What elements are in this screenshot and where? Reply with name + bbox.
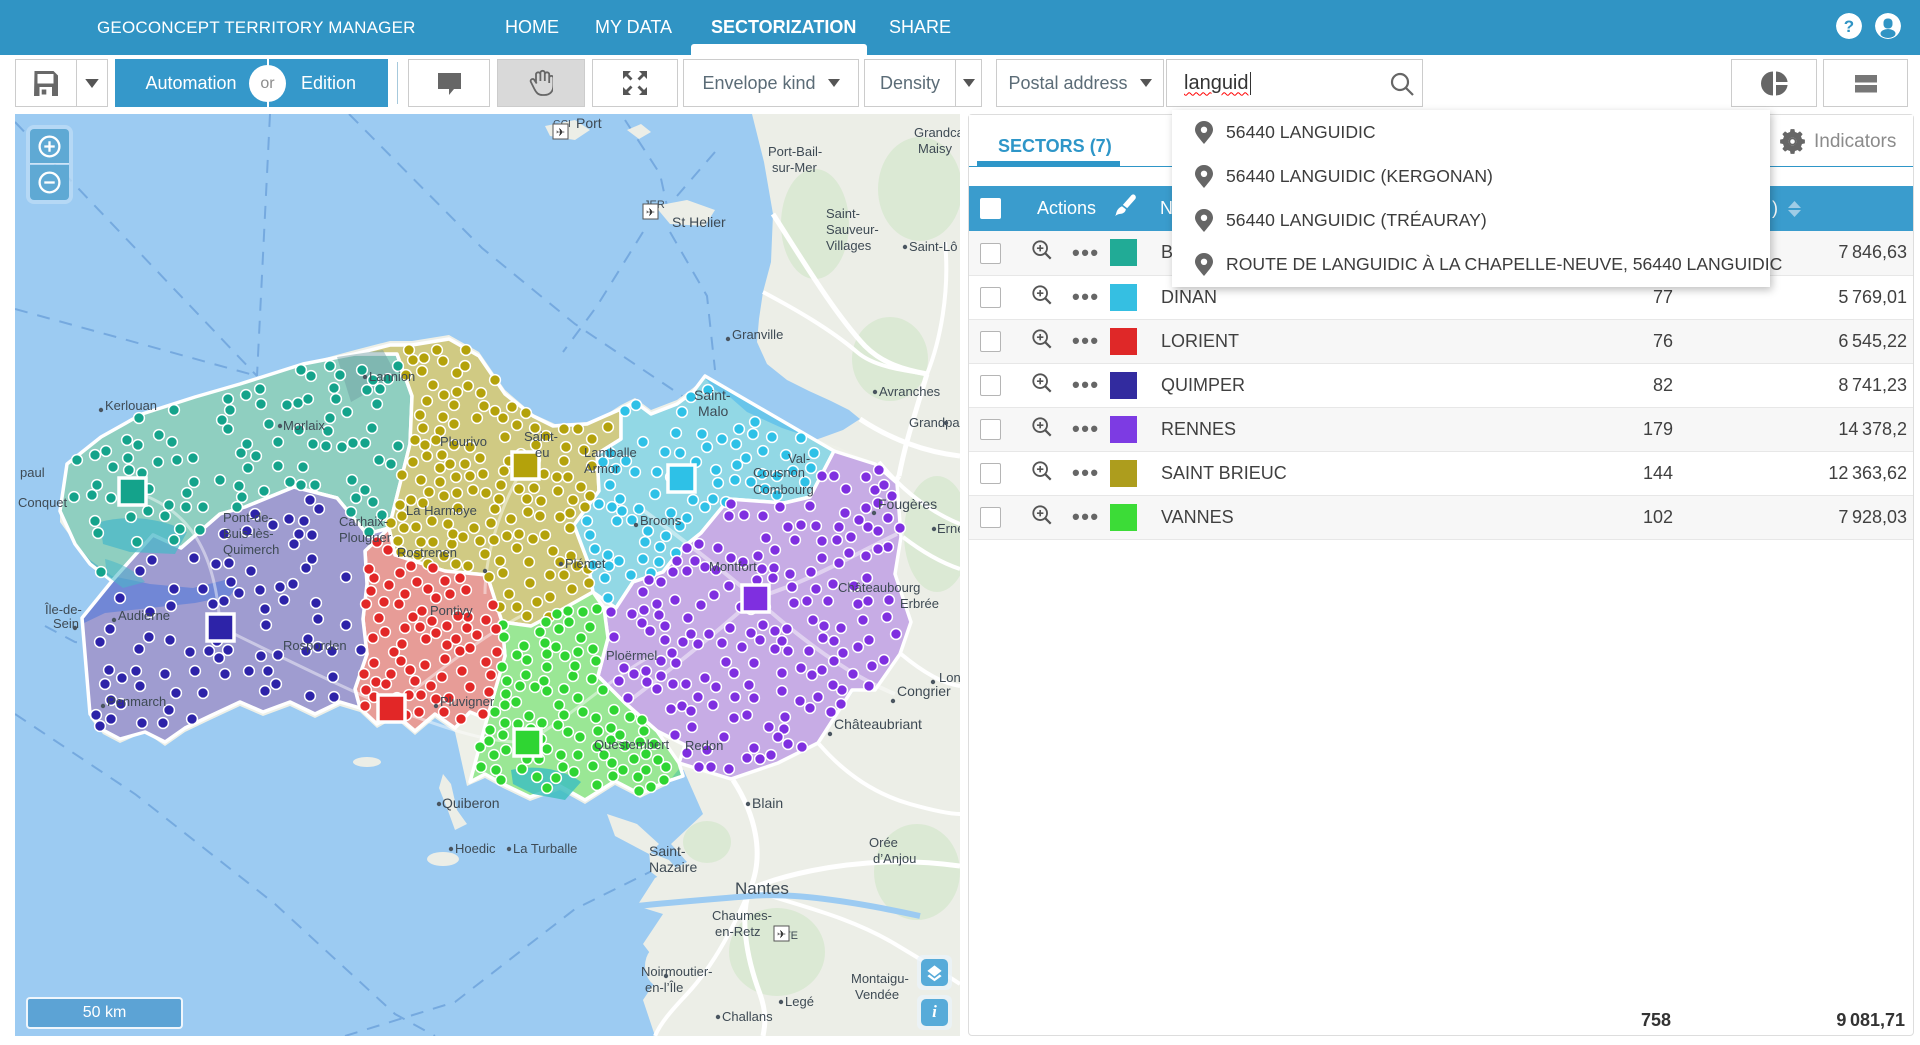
svg-text:Hoedic: Hoedic xyxy=(455,841,496,856)
svg-text:Chaumes-: Chaumes- xyxy=(712,908,772,923)
svg-text:La Harmoye: La Harmoye xyxy=(406,503,477,518)
svg-text:Saint-: Saint- xyxy=(694,387,731,403)
svg-text:Congrier: Congrier xyxy=(897,683,951,699)
svg-text:Pontivy: Pontivy xyxy=(430,603,473,618)
svg-text:sur-Mer: sur-Mer xyxy=(772,160,817,175)
svg-text:Grandca: Grandca xyxy=(914,125,960,140)
svg-text:Armor: Armor xyxy=(584,461,620,476)
svg-text:Saint-Lô: Saint-Lô xyxy=(909,239,957,254)
svg-text:Maisy: Maisy xyxy=(918,141,952,156)
svg-text:?: ? xyxy=(1844,17,1854,36)
svg-text:✈: ✈ xyxy=(556,127,565,139)
svg-text:en-l’Île: en-l’Île xyxy=(645,980,683,995)
svg-text:Granville: Granville xyxy=(732,327,783,342)
svg-text:Plouguer: Plouguer xyxy=(339,530,392,545)
svg-text:Fougères: Fougères xyxy=(878,496,937,512)
svg-text:Saint-: Saint- xyxy=(524,429,558,444)
svg-text:Pont-de-: Pont-de- xyxy=(223,510,273,525)
svg-text:Erbrée: Erbrée xyxy=(900,596,939,611)
svg-text:Ploërmel: Ploërmel xyxy=(606,648,657,663)
svg-text:Pluvigner: Pluvigner xyxy=(440,694,495,709)
svg-text:Saint-: Saint- xyxy=(649,843,686,859)
svg-text:paul: paul xyxy=(20,465,45,480)
svg-text:Rosporden: Rosporden xyxy=(283,638,347,653)
svg-text:Plémet: Plémet xyxy=(565,556,606,571)
svg-text:Penmarch: Penmarch xyxy=(107,694,166,709)
svg-text:Morlaix: Morlaix xyxy=(283,418,325,433)
svg-text:Quimerch: Quimerch xyxy=(223,542,279,557)
svg-text:✈: ✈ xyxy=(646,207,655,219)
svg-text:Lon: Lon xyxy=(939,670,960,685)
svg-text:Montfort: Montfort xyxy=(709,559,757,574)
svg-text:Carhaix-: Carhaix- xyxy=(339,514,388,529)
svg-text:Nazaire: Nazaire xyxy=(649,859,697,875)
svg-text:Lamballe: Lamballe xyxy=(584,445,637,460)
svg-text:Orée: Orée xyxy=(869,835,898,850)
svg-text:Buis-lès-: Buis-lès- xyxy=(223,526,274,541)
svg-text:Châteaubriant: Châteaubriant xyxy=(834,716,922,732)
svg-text:Noirmoutier-: Noirmoutier- xyxy=(641,964,713,979)
svg-text:Île-de-: Île-de- xyxy=(44,602,82,617)
svg-text:Plourivo: Plourivo xyxy=(440,434,487,449)
svg-text:Malo: Malo xyxy=(698,403,729,419)
svg-text:Redon: Redon xyxy=(685,738,723,753)
svg-text:Grandpar: Grandpar xyxy=(909,415,960,430)
svg-text:Conquet: Conquet xyxy=(18,495,68,510)
svg-text:✈: ✈ xyxy=(777,929,786,941)
svg-text:Combourg: Combourg xyxy=(753,482,814,497)
svg-text:Châteaubourg: Châteaubourg xyxy=(838,580,920,595)
svg-text:Sauveur-: Sauveur- xyxy=(826,222,879,237)
svg-text:Questembert: Questembert xyxy=(594,737,670,752)
svg-text:Broons: Broons xyxy=(640,513,682,528)
svg-text:Rostrenen: Rostrenen xyxy=(397,545,457,560)
svg-text:Vendée: Vendée xyxy=(855,987,899,1002)
svg-text:Quiberon: Quiberon xyxy=(442,795,500,811)
svg-text:St Helier: St Helier xyxy=(672,214,726,230)
svg-text:La Turballe: La Turballe xyxy=(513,841,577,856)
svg-text:Villages: Villages xyxy=(826,238,872,253)
svg-text:en-Retz: en-Retz xyxy=(715,924,761,939)
svg-text:Port: Port xyxy=(576,115,602,131)
svg-text:Blain: Blain xyxy=(752,795,783,811)
svg-text:d’Anjou: d’Anjou xyxy=(873,851,916,866)
svg-text:Avranches: Avranches xyxy=(879,384,941,399)
svg-text:Challans: Challans xyxy=(722,1009,773,1024)
svg-text:Kerlouan: Kerlouan xyxy=(105,398,157,413)
svg-text:Cousnon: Cousnon xyxy=(753,465,805,480)
svg-text:Erné: Erné xyxy=(937,521,960,536)
svg-text:Val-: Val- xyxy=(788,451,810,466)
svg-text:Saint-: Saint- xyxy=(826,206,860,221)
svg-text:Audierne: Audierne xyxy=(118,608,170,623)
svg-text:Lannion: Lannion xyxy=(369,369,415,384)
svg-text:Legé: Legé xyxy=(785,994,814,1009)
svg-text:Port-Bail-: Port-Bail- xyxy=(768,144,822,159)
svg-text:Montaigu-: Montaigu- xyxy=(851,971,909,986)
svg-text:Nantes: Nantes xyxy=(735,879,789,898)
svg-text:eu: eu xyxy=(535,445,549,460)
